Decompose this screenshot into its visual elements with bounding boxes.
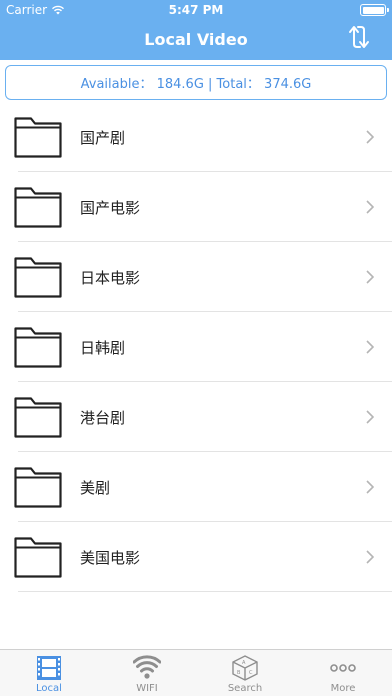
chevron-right-icon [366, 200, 374, 214]
folder-list: 国产剧 国产电影 日本电影 日韩剧 港台剧 美剧 美国电影 [0, 102, 392, 592]
chevron-right-icon [366, 340, 374, 354]
storage-info-text: Available： 184.6G | Total： 374.6G [80, 77, 312, 92]
svg-text:C: C [249, 670, 253, 676]
folder-row[interactable]: 日本电影 [0, 242, 392, 312]
folder-icon [14, 257, 62, 298]
tab-wifi[interactable]: WIFI [98, 650, 196, 696]
folder-row[interactable]: 日韩剧 [0, 312, 392, 382]
tab-search[interactable]: A B C Search [196, 650, 294, 696]
row-divider [18, 591, 392, 592]
folder-row[interactable]: 美剧 [0, 452, 392, 522]
tab-search-label: Search [227, 683, 263, 694]
chevron-right-icon [366, 410, 374, 424]
battery-icon [360, 4, 389, 16]
tab-more[interactable]: More [294, 650, 392, 696]
tab-more-label: More [330, 683, 356, 694]
folder-row[interactable]: 国产剧 [0, 102, 392, 172]
folder-row[interactable]: 美国电影 [0, 522, 392, 592]
search-cube-icon: A B C [232, 655, 258, 681]
header-bar: Carrier 5:47 PM Local Video [0, 0, 392, 60]
svg-text:B: B [237, 670, 241, 676]
tab-local-label: Local [36, 683, 62, 694]
chevron-right-icon [366, 130, 374, 144]
folder-icon [14, 117, 62, 158]
chevron-right-icon [366, 550, 374, 564]
folder-icon [14, 537, 62, 578]
folder-label: 国产电影 [80, 198, 141, 217]
folder-label: 日本电影 [80, 268, 141, 287]
chevron-right-icon [366, 270, 374, 284]
folder-label: 美剧 [80, 478, 111, 497]
more-dots-icon [330, 664, 356, 672]
folder-icon [14, 467, 62, 508]
page-title: Local Video [144, 30, 248, 49]
folder-icon [14, 187, 62, 228]
tab-wifi-label: WIFI [136, 683, 158, 694]
folder-icon [14, 397, 62, 438]
storage-info-box: Available： 184.6G | Total： 374.6G [5, 65, 387, 100]
tab-local[interactable]: Local [0, 650, 98, 696]
chevron-right-icon [366, 480, 374, 494]
film-icon [37, 656, 61, 680]
folder-label: 美国电影 [80, 548, 141, 567]
folder-label: 港台剧 [80, 408, 126, 427]
folder-label: 日韩剧 [80, 338, 126, 357]
tab-bar: Local WIFI A B C Search More [0, 649, 392, 696]
refresh-icon[interactable] [346, 24, 372, 50]
status-time: 5:47 PM [168, 3, 224, 17]
folder-icon [14, 327, 62, 368]
folder-label: 国产剧 [80, 128, 126, 147]
svg-text:A: A [242, 660, 246, 666]
folder-row[interactable]: 国产电影 [0, 172, 392, 242]
wifi-icon [133, 655, 161, 679]
folder-row[interactable]: 港台剧 [0, 382, 392, 452]
status-bar: Carrier 5:47 PM [0, 0, 392, 20]
